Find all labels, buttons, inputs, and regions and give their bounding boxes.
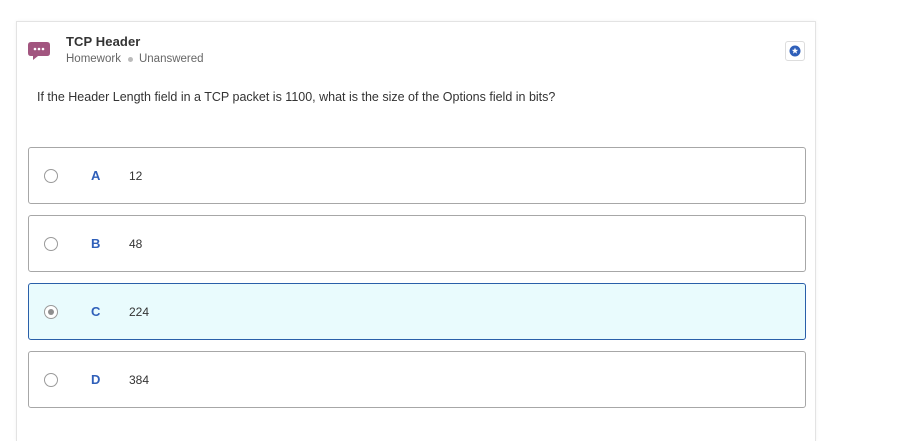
separator-dot: [127, 56, 133, 62]
question-title: TCP Header: [66, 34, 141, 49]
chat-bubble-icon: [27, 39, 51, 63]
option-c[interactable]: C 224: [28, 283, 806, 340]
option-letter: A: [91, 168, 101, 183]
option-value: 384: [129, 373, 150, 387]
radio-button[interactable]: [44, 237, 58, 251]
radio-button-selected[interactable]: [44, 305, 58, 319]
status-label: Unanswered: [138, 53, 204, 65]
question-card: TCP Header Homework Unanswered If the He…: [16, 21, 816, 441]
option-d[interactable]: D 384: [28, 351, 806, 408]
radio-button[interactable]: [44, 169, 58, 183]
category-label: Homework: [66, 53, 121, 65]
option-letter: C: [91, 304, 101, 319]
bookmark-button[interactable]: [785, 41, 805, 61]
question-meta: Homework Unanswered: [66, 53, 204, 65]
star-badge-icon: [789, 45, 801, 57]
option-value: 224: [129, 305, 150, 319]
radio-button[interactable]: [44, 373, 58, 387]
option-letter: B: [91, 236, 101, 251]
option-b[interactable]: B 48: [28, 215, 806, 272]
option-a[interactable]: A 12: [28, 147, 806, 204]
option-value: 12: [129, 169, 143, 183]
question-text: If the Header Length field in a TCP pack…: [37, 90, 556, 104]
option-value: 48: [129, 237, 143, 251]
option-letter: D: [91, 372, 101, 387]
